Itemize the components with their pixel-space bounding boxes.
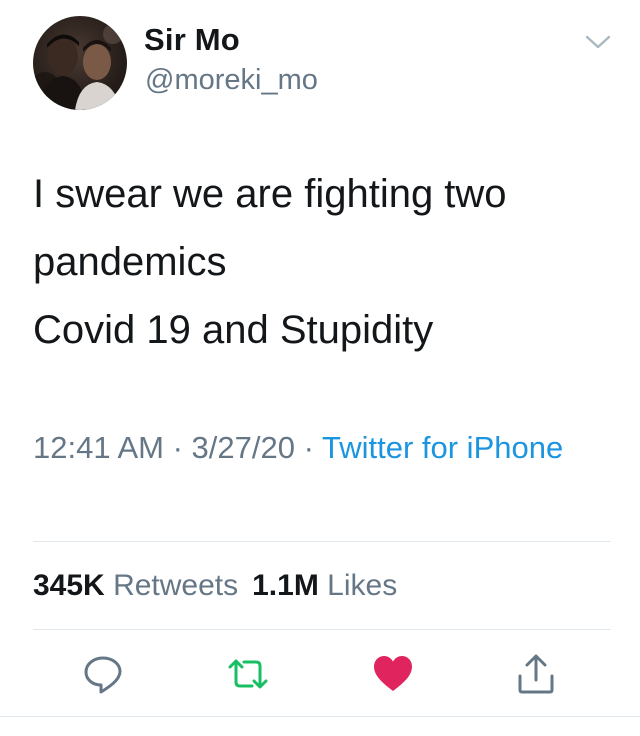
avatar[interactable] <box>33 16 127 110</box>
tweet-text: I swear we are fighting two pandemics Co… <box>33 160 613 364</box>
divider <box>33 629 611 630</box>
chevron-down-icon[interactable] <box>584 32 612 52</box>
share-button[interactable] <box>514 652 558 696</box>
avatar-photo <box>33 24 123 110</box>
meta-separator: · <box>294 430 322 465</box>
meta-separator: · <box>163 430 192 465</box>
tweet-date: 3/27/20 <box>191 430 295 465</box>
tweet-stats: 345K Retweets 1.1M Likes <box>33 566 397 606</box>
divider <box>33 541 611 542</box>
retweet-icon <box>228 659 268 689</box>
tweet-time: 12:41 AM <box>33 430 164 465</box>
tweet-text-line: Covid 19 and Stupidity <box>33 308 434 352</box>
display-name[interactable]: Sir Mo <box>144 22 240 58</box>
bottom-divider <box>0 716 640 717</box>
retweets-stat[interactable]: 345K Retweets <box>33 569 238 602</box>
retweets-label: Retweets <box>113 569 239 602</box>
likes-count: 1.1M <box>252 569 319 602</box>
reply-icon <box>84 656 122 694</box>
retweets-count: 345K <box>33 569 105 602</box>
likes-stat[interactable]: 1.1M Likes <box>252 569 397 602</box>
heart-icon <box>374 656 412 691</box>
user-handle[interactable]: @moreki_mo <box>145 64 318 97</box>
tweet-source-link[interactable]: Twitter for iPhone <box>322 430 563 465</box>
reply-button[interactable] <box>81 652 125 696</box>
share-icon <box>518 654 554 694</box>
likes-label: Likes <box>327 569 398 602</box>
tweet-text-line: I swear we are fighting two <box>33 172 507 216</box>
tweet-text-line: pandemics <box>33 240 227 284</box>
like-button[interactable] <box>371 652 415 696</box>
tweet-header: Sir Mo @moreki_mo <box>0 0 640 130</box>
tweet-meta: 12:41 AM · 3/27/20 · Twitter for iPhone <box>33 426 613 470</box>
retweet-button[interactable] <box>226 652 270 696</box>
